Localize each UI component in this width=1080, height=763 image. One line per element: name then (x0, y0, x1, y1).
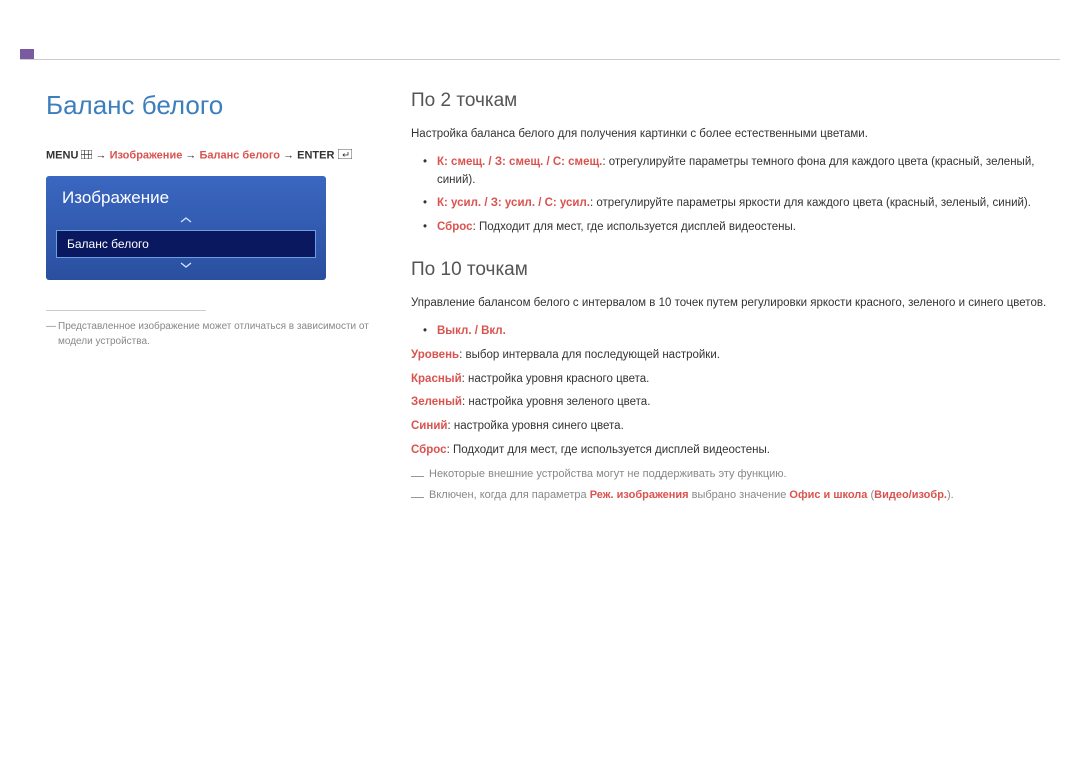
breadcrumb: MENU → Изображение → Баланс белого → ENT… (46, 149, 371, 162)
section-heading-10points: По 10 точкам (411, 259, 1060, 281)
chevron-up-icon (56, 216, 316, 227)
param-label: Сброс (437, 221, 473, 233)
def-row: Красный: настройка уровня красного цвета… (411, 371, 1060, 389)
param-label: К: смещ. / З: смещ. / С: смещ. (437, 156, 602, 168)
param-desc: : отрегулируйте параметры яркости для ка… (590, 197, 1031, 209)
osd-menu-preview: Изображение Баланс белого (46, 176, 326, 280)
breadcrumb-menu: MENU (46, 149, 78, 161)
breadcrumb-enter: ENTER (297, 149, 334, 161)
divider (46, 310, 206, 311)
param-label: Выкл. / Вкл. (437, 325, 506, 337)
param-desc: : настройка уровня красного цвета. (462, 373, 650, 385)
list-item: К: усил. / З: усил. / С: усил.: отрегули… (437, 195, 1060, 213)
section-intro: Управление балансом белого с интервалом … (411, 295, 1060, 313)
osd-menu-item-selected: Баланс белого (56, 230, 316, 258)
bullet-list: Выкл. / Вкл. (411, 323, 1060, 341)
definitions: Уровень: выбор интервала для последующей… (411, 347, 1060, 460)
note-accent: Видео/изобр. (874, 489, 947, 501)
chevron-down-icon (56, 261, 316, 272)
breadcrumb-step-1: Изображение (110, 149, 183, 161)
list-item: К: смещ. / З: смещ. / С: смещ.: отрегули… (437, 154, 1060, 190)
param-desc: : настройка уровня зеленого цвета. (462, 396, 650, 408)
param-label: Синий (411, 420, 447, 432)
dash-icon: ― (411, 487, 424, 508)
param-desc: : Подходит для мест, где используется ди… (473, 221, 796, 233)
page-title: Баланс белого (46, 90, 371, 121)
section-heading-2points: По 2 точкам (411, 90, 1060, 112)
note-text: Некоторые внешние устройства могут не по… (429, 468, 787, 480)
section-intro: Настройка баланса белого для получения к… (411, 126, 1060, 144)
footnote-text: Представленное изображение может отличат… (58, 321, 369, 347)
breadcrumb-step-2: Баланс белого (199, 149, 280, 161)
note-text-part: Включен, когда для параметра (429, 489, 590, 501)
param-label: К: усил. / З: усил. / С: усил. (437, 197, 590, 209)
note-accent: Офис и школа (789, 489, 867, 501)
note-accent: Реж. изображения (590, 489, 689, 501)
def-row: Уровень: выбор интервала для последующей… (411, 347, 1060, 365)
footnote-left: ― Представленное изображение может отлич… (46, 319, 371, 349)
param-label: Уровень (411, 349, 459, 361)
param-desc: : Подходит для мест, где используется ди… (447, 444, 770, 456)
osd-menu-title: Изображение (56, 186, 316, 216)
enter-icon (338, 149, 352, 162)
def-row: Сброс: Подходит для мест, где использует… (411, 442, 1060, 460)
arrow-icon: → (185, 149, 196, 161)
note: ― Некоторые внешние устройства могут не … (411, 466, 1060, 484)
param-desc: : выбор интервала для последующей настро… (459, 349, 720, 361)
note-text-part: выбрано значение (689, 489, 790, 501)
top-rule (20, 0, 1060, 60)
right-column: По 2 точкам Настройка баланса белого для… (411, 90, 1060, 505)
param-label: Зеленый (411, 396, 462, 408)
param-label: Сброс (411, 444, 447, 456)
left-column: Баланс белого MENU → Изображение → Балан… (46, 90, 411, 505)
page-content: Баланс белого MENU → Изображение → Балан… (0, 60, 1080, 505)
bullet-list: К: смещ. / З: смещ. / С: смещ. : отрегули… (411, 154, 1060, 237)
dash-icon: ― (411, 466, 424, 487)
param-desc: : настройка уровня синего цвета. (447, 420, 623, 432)
arrow-icon: → (283, 149, 294, 161)
arrow-icon: → (96, 149, 107, 161)
param-label: Красный (411, 373, 462, 385)
def-row: Зеленый: настройка уровня зеленого цвета… (411, 394, 1060, 412)
note-text-part: ). (947, 489, 954, 501)
list-item: Выкл. / Вкл. (437, 323, 1060, 341)
def-row: Синий: настройка уровня синего цвета. (411, 418, 1060, 436)
list-item: Сброс: Подходит для мест, где использует… (437, 219, 1060, 237)
note: ― Включен, когда для параметра Реж. изоб… (411, 487, 1060, 505)
menu-grid-icon (81, 150, 92, 162)
dash-icon: ― (46, 319, 56, 334)
